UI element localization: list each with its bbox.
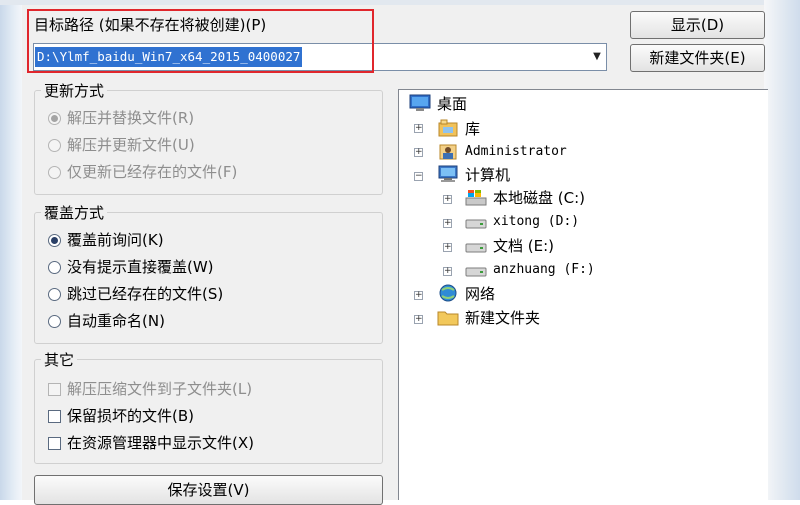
update-option-existing-only[interactable]: 仅更新已经存在的文件(F) <box>48 161 237 183</box>
tree-node-administrator[interactable]: Administrator <box>437 140 567 162</box>
tree-node-drive-d[interactable]: xitong (D:) <box>465 210 579 232</box>
expander-plus-icon[interactable]: + <box>443 243 452 252</box>
library-icon <box>438 119 458 137</box>
drive-icon <box>465 219 487 229</box>
tree-node-computer[interactable]: 计算机 <box>437 163 510 185</box>
tree-node-library[interactable]: 库 <box>437 117 480 139</box>
update-option-update[interactable]: 解压并更新文件(U) <box>48 134 195 156</box>
radio-icon[interactable] <box>48 138 61 152</box>
drive-icon <box>465 267 487 277</box>
radio-icon[interactable] <box>48 165 61 179</box>
network-icon <box>439 284 457 302</box>
tree-node-drive-c[interactable]: 本地磁盘 (C:) <box>465 186 585 208</box>
tree-node-drive-f[interactable]: anzhuang (F:) <box>465 258 595 280</box>
checkbox-icon[interactable] <box>48 436 61 450</box>
expander-plus-icon[interactable]: + <box>414 148 423 157</box>
radio-icon[interactable] <box>48 260 61 274</box>
radio-selected-icon[interactable] <box>48 233 61 247</box>
other-option-keep-broken[interactable]: 保留损坏的文件(B) <box>48 405 194 427</box>
annotation-highlight-box <box>27 9 374 73</box>
expander-plus-icon[interactable]: + <box>443 219 452 228</box>
dropdown-arrow-icon[interactable]: ▼ <box>588 47 606 67</box>
drive-icon <box>465 243 487 253</box>
folder-icon <box>437 311 459 326</box>
computer-icon <box>438 165 458 182</box>
show-button[interactable]: 显示(D) <box>630 11 765 39</box>
radio-icon[interactable] <box>48 287 61 301</box>
overwrite-option-rename[interactable]: 自动重命名(N) <box>48 310 165 332</box>
radio-icon[interactable] <box>48 314 61 328</box>
expander-plus-icon[interactable]: + <box>414 124 423 133</box>
checkbox-icon[interactable] <box>48 382 61 396</box>
save-settings-button[interactable]: 保存设置(V) <box>34 475 383 505</box>
system-drive-icon <box>465 190 487 206</box>
overwrite-option-ask[interactable]: 覆盖前询问(K) <box>48 229 164 251</box>
expander-plus-icon[interactable]: + <box>414 291 423 300</box>
background-edge-right <box>764 0 800 500</box>
other-option-show-in-explorer[interactable]: 在资源管理器中显示文件(X) <box>48 432 254 454</box>
expander-plus-icon[interactable]: + <box>443 195 452 204</box>
radio-selected-icon[interactable] <box>48 111 61 125</box>
tree-node-drive-e[interactable]: 文档 (E:) <box>465 234 554 256</box>
update-option-replace[interactable]: 解压并替换文件(R) <box>48 107 194 129</box>
expander-plus-icon[interactable]: + <box>443 267 452 276</box>
other-options-title: 其它 <box>41 349 78 370</box>
background-edge-left <box>0 0 22 500</box>
overwrite-option-skip[interactable]: 跳过已经存在的文件(S) <box>48 283 223 305</box>
tree-node-desktop[interactable]: 桌面 <box>409 92 467 114</box>
tree-node-network[interactable]: 网络 <box>437 282 495 304</box>
update-mode-title: 更新方式 <box>41 80 108 101</box>
tree-node-new-folder[interactable]: 新建文件夹 <box>437 306 540 328</box>
expander-minus-icon[interactable]: − <box>414 172 423 181</box>
user-icon <box>439 144 457 160</box>
monitor-icon <box>409 94 431 111</box>
overwrite-option-overwrite[interactable]: 没有提示直接覆盖(W) <box>48 256 214 278</box>
other-option-extract-subfolder[interactable]: 解压压缩文件到子文件夹(L) <box>48 378 252 400</box>
checkbox-icon[interactable] <box>48 409 61 423</box>
overwrite-mode-title: 覆盖方式 <box>41 202 108 223</box>
expander-plus-icon[interactable]: + <box>414 315 423 324</box>
new-folder-button[interactable]: 新建文件夹(E) <box>630 44 765 72</box>
